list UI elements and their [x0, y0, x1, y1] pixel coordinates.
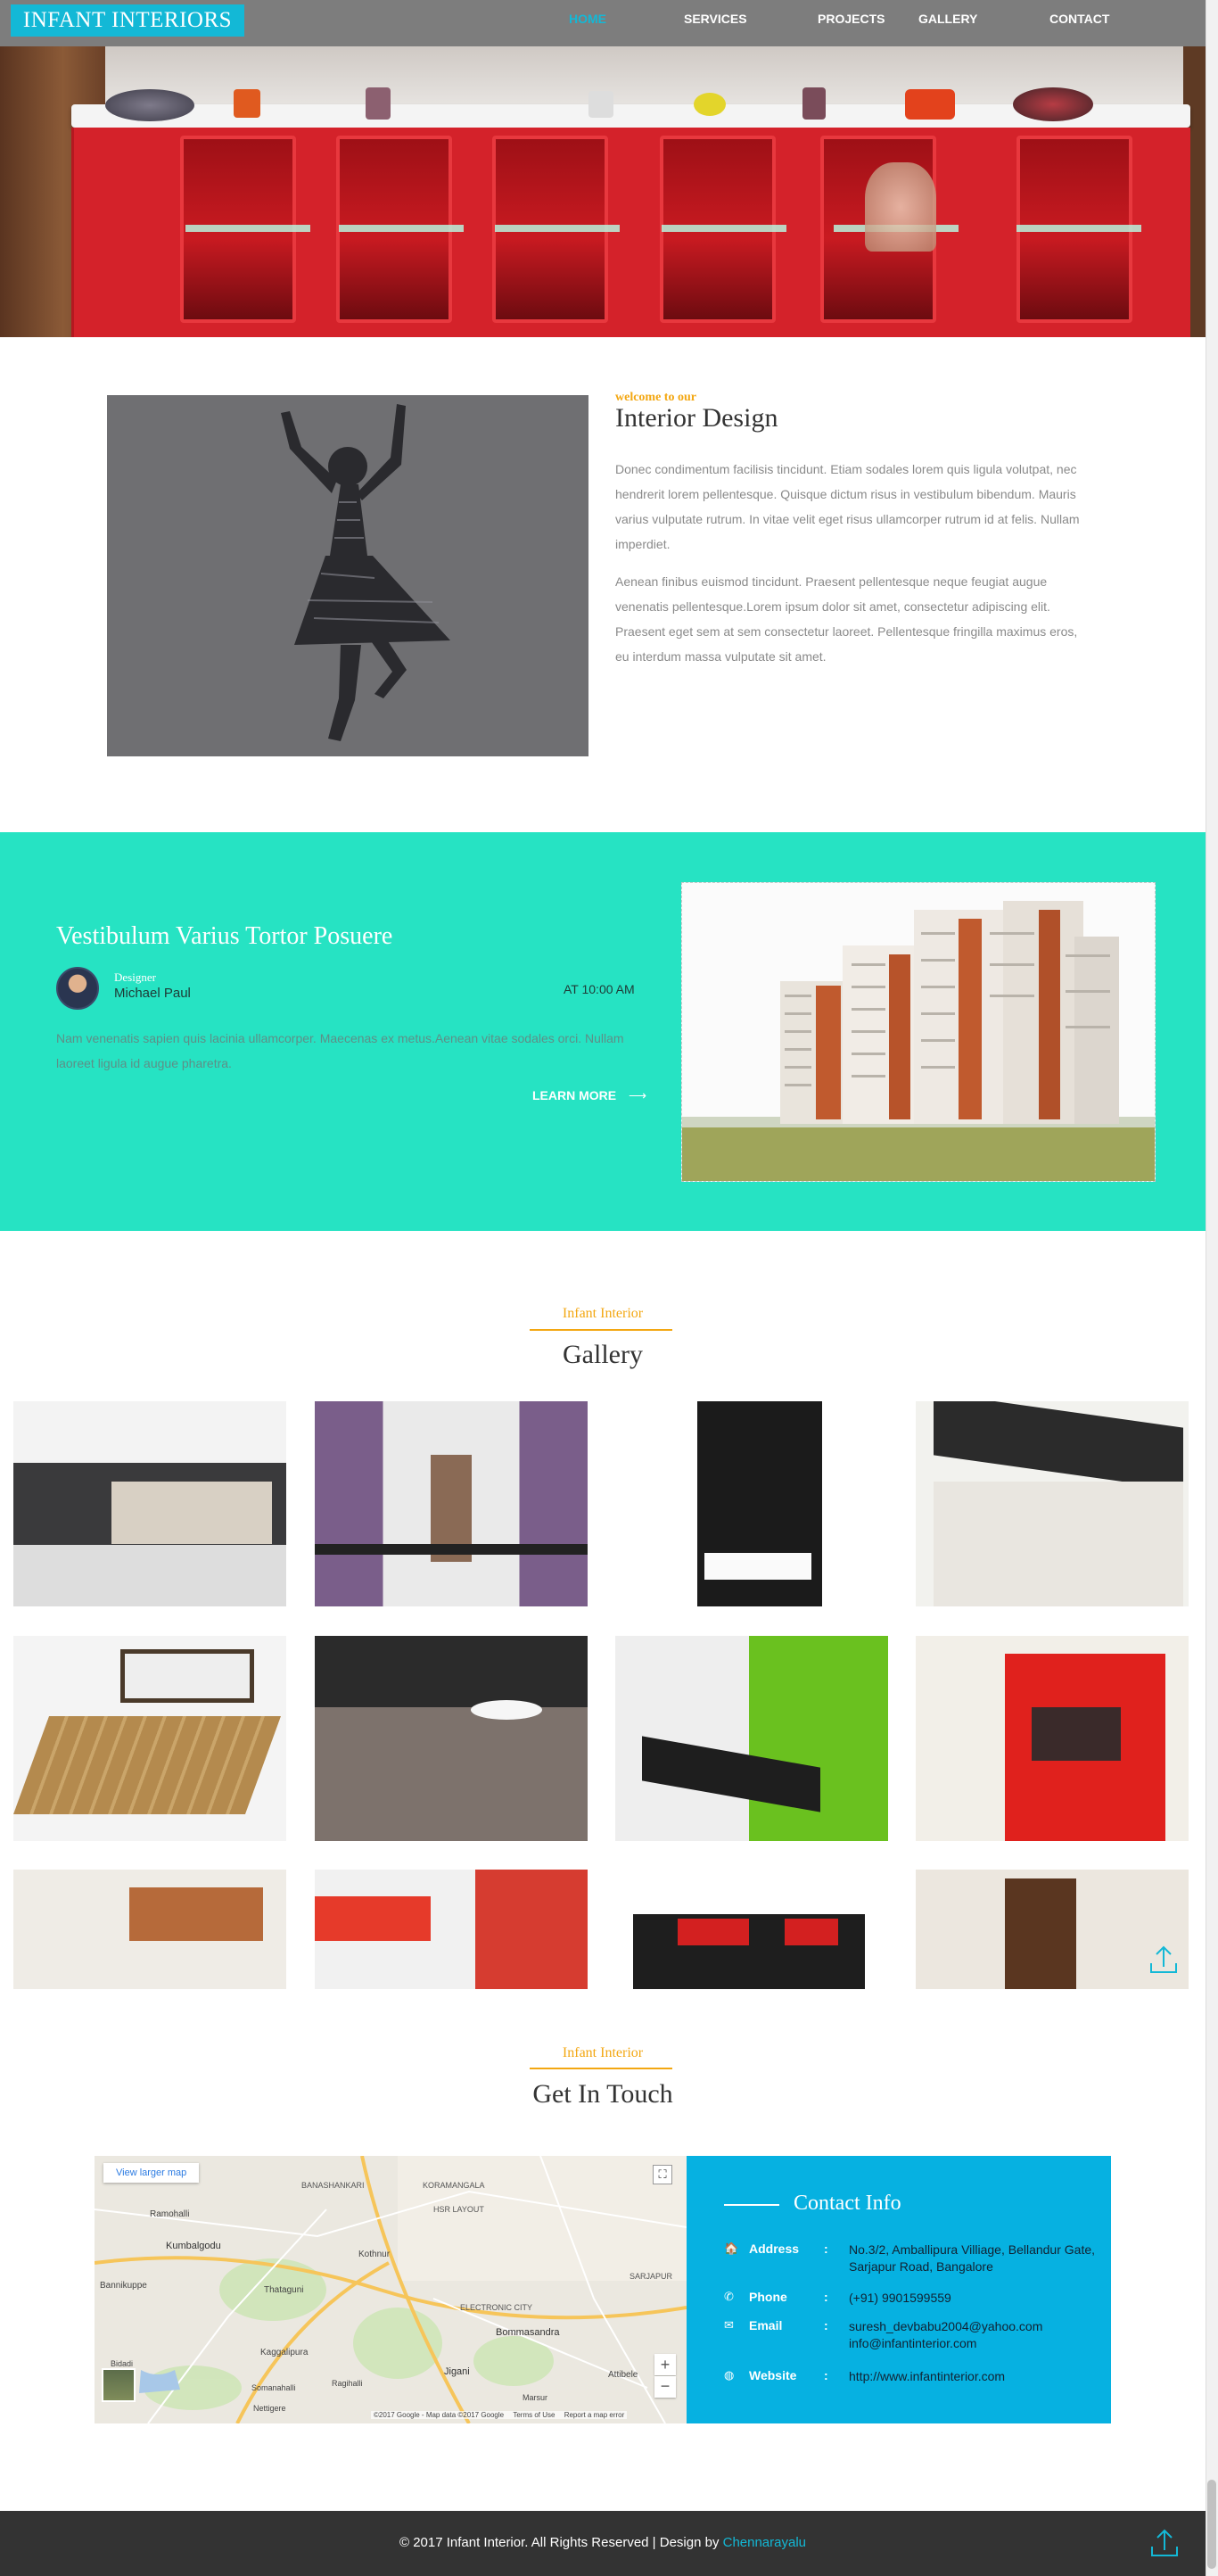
contact-website-value[interactable]: http://www.infantinterior.com [849, 2368, 1107, 2385]
map-place-label: Bannikuppe [100, 2281, 147, 2291]
footer-copyright-text: © 2017 Infant Interior. All Rights Reser… [399, 2535, 723, 2550]
site-logo[interactable]: INFANT INTERIORS [11, 4, 244, 37]
gallery-image-8[interactable] [916, 1636, 1189, 1841]
zoom-out-button[interactable]: − [654, 2376, 676, 2398]
dancer-illustration [107, 395, 588, 756]
map-place-label: Attibele [608, 2370, 638, 2380]
learn-more-label: LEARN MORE [532, 1088, 617, 1102]
avatar [56, 967, 99, 1010]
contact-title: Get In Touch [532, 2079, 673, 2109]
contact-divider [530, 2068, 672, 2069]
nav-projects[interactable]: PROJECTS [818, 0, 885, 37]
scrollbar-thumb[interactable] [1207, 2480, 1216, 2569]
gallery-title: Gallery [563, 1340, 643, 1369]
gallery-image-3[interactable] [615, 1401, 888, 1606]
map-attribution: ©2017 Google - Map data ©2017 Google [374, 2411, 505, 2419]
map-place-label: Kothnur [358, 2250, 391, 2259]
gallery-divider [530, 1329, 672, 1331]
contact-email-value[interactable]: suresh_devbabu2004@yahoo.com info@infant… [849, 2318, 1063, 2352]
building-photo [681, 882, 1156, 1182]
learn-more-link[interactable]: LEARN MORE ⟶ [532, 1088, 646, 1103]
globe-icon: ◍ [724, 2368, 735, 2382]
gallery-kicker: Infant Interior [562, 1306, 644, 1321]
author-name: Michael Paul [114, 986, 191, 1001]
about-paragraph-1: Donec condimentum facilisis tincidunt. E… [615, 462, 1080, 551]
footer-copyright: © 2017 Infant Interior. All Rights Reser… [0, 2535, 1206, 2550]
map-place-label: Kumbalgodu [166, 2241, 221, 2251]
contact-info-title: Contact Info [794, 2192, 901, 2215]
gallery-image-7[interactable] [615, 1636, 888, 1841]
footer-credit-link[interactable]: Chennarayalu [723, 2535, 806, 2550]
gallery-image-5[interactable] [13, 1636, 286, 1841]
contact-info-panel: Contact Info 🏠 Address : No.3/2, Amballi… [687, 2156, 1111, 2423]
contact-address-value: No.3/2, Amballipura Villiage, Bellandur … [849, 2242, 1096, 2274]
map-place-label: HSR LAYOUT [433, 2205, 484, 2214]
gallery-image-1[interactable] [13, 1401, 286, 1606]
map-footer: ©2017 Google - Map data ©2017 Google Ter… [371, 2411, 628, 2419]
feature-text: Nam venenatis sapien quis lacinia ullamc… [56, 1031, 624, 1070]
map-report-link[interactable]: Report a map error [564, 2411, 625, 2419]
upload-icon [1151, 2529, 1178, 2556]
map-place-label: ELECTRONIC CITY [460, 2303, 533, 2312]
map-place-label: Kaggalipura [260, 2348, 309, 2357]
nav-contact[interactable]: CONTACT [1049, 0, 1109, 37]
map-terms-link[interactable]: Terms of Use [513, 2411, 555, 2419]
home-icon: 🏠 [724, 2242, 739, 2255]
author-role: Designer [114, 970, 156, 984]
contact-separator: : [824, 2290, 828, 2304]
satellite-thumbnail[interactable] [102, 2368, 136, 2402]
top-navbar: INFANT INTERIORS HOME SERVICES PROJECTS … [0, 0, 1206, 46]
gallery-image-9[interactable] [13, 1870, 286, 1989]
scroll-to-top-button[interactable] [1144, 1940, 1183, 1979]
map-place-label: Somanahalli [251, 2383, 296, 2392]
map-place-label: Jigani [444, 2366, 470, 2377]
phone-icon: ✆ [724, 2290, 734, 2303]
map-place-label: Thataguni [264, 2285, 304, 2295]
page-scrollbar[interactable] [1206, 0, 1218, 2576]
gallery-image-11[interactable] [615, 1870, 888, 1989]
footer-scroll-top-button[interactable] [1145, 2523, 1184, 2563]
map-place-label: BANASHANKARI [301, 2181, 365, 2190]
map-place-label: Ragihalli [332, 2379, 363, 2388]
map-place-label: KORAMANGALA [423, 2181, 485, 2190]
map-place-label: Bidadi [111, 2359, 134, 2368]
site-footer: © 2017 Infant Interior. All Rights Reser… [0, 2511, 1206, 2576]
contact-info-line [724, 2204, 779, 2206]
gallery-image-2[interactable] [315, 1401, 588, 1606]
gallery-image-10[interactable] [315, 1870, 588, 1989]
post-time: AT 10:00 AM [564, 982, 635, 996]
contact-kicker: Infant Interior [562, 2045, 644, 2060]
contact-phone-value[interactable]: (+91) 9901599559 [849, 2290, 1107, 2307]
gallery-image-4[interactable] [916, 1401, 1189, 1606]
nav-services[interactable]: SERVICES [684, 0, 747, 37]
map-place-label: SARJAPUR [630, 2272, 673, 2281]
upload-icon [1150, 1945, 1177, 1973]
nav-home[interactable]: HOME [569, 0, 606, 37]
contact-separator: : [824, 2242, 828, 2256]
google-map[interactable]: View larger map BANASHANKARI KORAMANGALA… [95, 2156, 687, 2423]
feature-title: Vestibulum Varius Tortor Posuere [56, 922, 393, 950]
about-paragraph-2: Aenean finibus euismod tincidunt. Praese… [615, 574, 1078, 664]
nav-gallery[interactable]: GALLERY [918, 0, 977, 37]
envelope-icon: ✉ [724, 2318, 734, 2332]
map-place-label: Nettigere [253, 2404, 286, 2413]
contact-separator: : [824, 2318, 828, 2332]
contact-separator: : [824, 2368, 828, 2382]
map-place-label: Ramohalli [150, 2209, 190, 2219]
gallery-image-6[interactable] [315, 1636, 588, 1841]
zoom-in-button[interactable]: + [654, 2354, 676, 2375]
map-place-label: Marsur [523, 2393, 548, 2402]
view-larger-map-link[interactable]: View larger map [103, 2163, 200, 2183]
about-title: Interior Design [615, 403, 778, 433]
hero-banner [0, 46, 1206, 337]
arrow-right-icon: ⟶ [629, 1088, 647, 1102]
fullscreen-icon[interactable]: ⛶ [653, 2165, 672, 2184]
map-place-label: Bommasandra [496, 2327, 560, 2338]
